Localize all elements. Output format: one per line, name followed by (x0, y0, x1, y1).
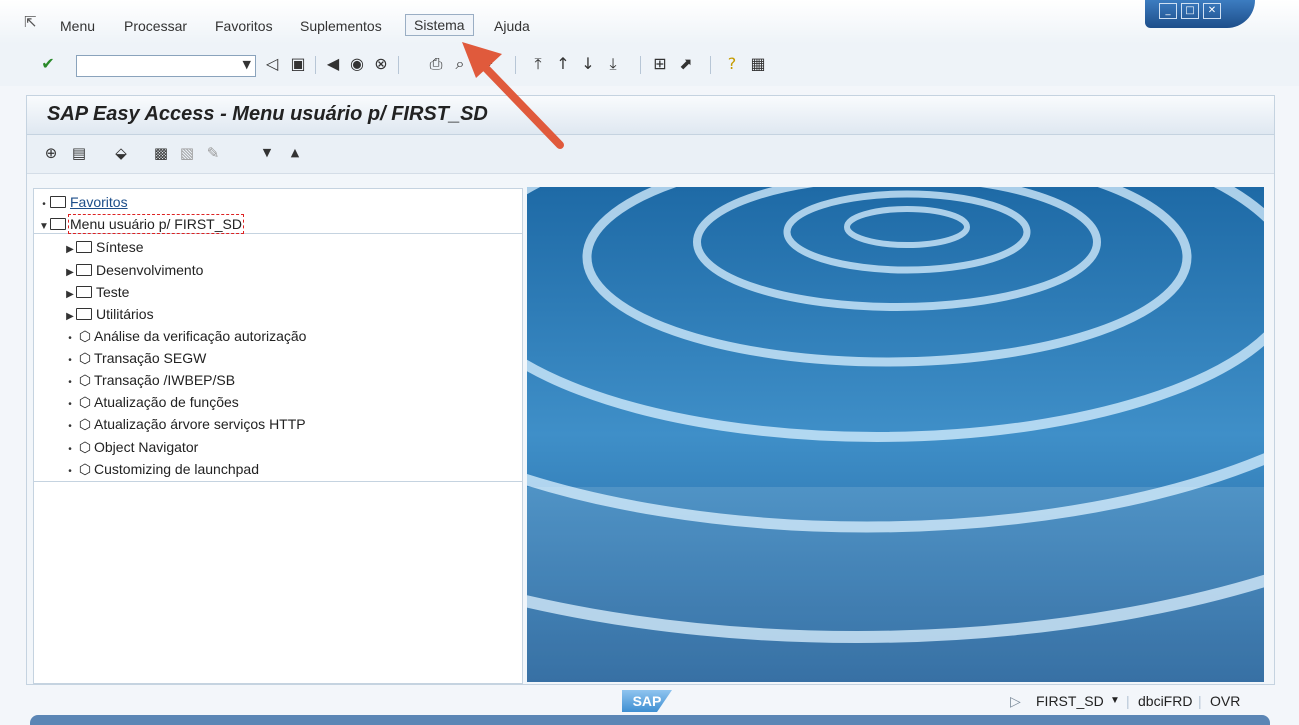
sap-logo: SAP (622, 690, 672, 712)
bullet-icon: • (68, 355, 72, 366)
status-mode: OVR (1210, 693, 1241, 709)
close-icon[interactable]: ✕ (1203, 3, 1221, 19)
bullet-icon: • (68, 444, 72, 455)
window-bottom-band (30, 715, 1270, 725)
transaction-cube-icon: ⬡ (78, 461, 92, 477)
maximize-icon[interactable]: □ (1181, 3, 1199, 19)
menu-item-menu[interactable]: Menu (60, 18, 95, 34)
transaction-cube-icon: ⬡ (78, 439, 92, 455)
delete-favorite-icon[interactable]: ▧ (177, 143, 197, 163)
expanded-triangle-icon[interactable]: ▼ (38, 217, 50, 237)
menu-bar: ⇱ Menu Processar Favoritos Suplementos S… (0, 0, 1299, 44)
tree-transaction-item[interactable]: • ⬡ Atualização árvore serviços HTTP (64, 414, 305, 434)
toolbar-separator (640, 56, 641, 74)
tree-transaction-item[interactable]: • ⬡ Análise da verificação autorização (64, 326, 306, 346)
transaction-cube-icon: ⬡ (78, 372, 92, 388)
status-separator: | (1126, 693, 1130, 709)
collapsed-triangle-icon[interactable]: ▶ (64, 285, 76, 305)
bullet-icon: • (68, 466, 72, 477)
main-frame: SAP Easy Access - Menu usuário p/ FIRST_… (26, 95, 1275, 685)
sap-menu-icon[interactable]: ⬙ (111, 143, 131, 163)
add-to-favorites-icon[interactable]: ▩ (151, 143, 171, 163)
tree-node-favoritos[interactable]: • Favoritos (38, 192, 127, 212)
collapsed-triangle-icon[interactable]: ▶ (64, 263, 76, 283)
move-up-icon[interactable]: ▲ (285, 143, 305, 163)
user-menu-icon[interactable]: ▤ (69, 143, 89, 163)
chevron-down-icon[interactable]: ▼ (243, 58, 251, 71)
back-triangle-icon[interactable]: ◁ (262, 54, 282, 74)
create-session-icon[interactable]: ⊞ (650, 54, 670, 74)
annotation-arrow (462, 42, 564, 149)
status-user: FIRST_SD (1036, 693, 1104, 709)
chevron-down-icon[interactable]: ▼ (1110, 695, 1120, 706)
move-down-icon[interactable]: ▼ (257, 143, 277, 163)
transaction-cube-icon: ⬡ (78, 416, 92, 432)
tree-transaction-item[interactable]: • ⬡ Object Navigator (64, 437, 198, 457)
status-separator: | (1198, 693, 1202, 709)
folder-icon (76, 241, 92, 254)
bullet-icon: • (68, 333, 72, 344)
menu-item-favoritos[interactable]: Favoritos (215, 18, 273, 34)
toolbar-separator (398, 56, 399, 74)
tree-folder-desenvolvimento[interactable]: ▶ Desenvolvimento (64, 260, 203, 280)
command-field[interactable]: ▼ (76, 55, 256, 77)
favorites-add-icon[interactable]: ⊕ (41, 143, 61, 163)
application-toolbar: ⊕ ▤ ⬙ ▩ ▧ ✎ ▼ ▲ (27, 135, 1274, 174)
save-icon[interactable]: ▣ (288, 54, 308, 74)
enter-check-icon[interactable]: ✔ (38, 54, 58, 74)
tree-transaction-item[interactable]: • ⬡ Transação /IWBEP/SB (64, 370, 235, 390)
splash-water-image (527, 187, 1264, 682)
tree-transaction-item[interactable]: • ⬡ Customizing de launchpad (64, 459, 259, 479)
back-icon[interactable]: ◀ (323, 54, 343, 74)
bullet-icon: • (68, 421, 72, 432)
edit-pencil-icon[interactable]: ✎ (203, 143, 223, 163)
folder-icon (76, 308, 92, 321)
toolbar-separator (710, 56, 711, 74)
shortcut-icon[interactable]: ⬈ (676, 54, 696, 74)
title-bar: SAP Easy Access - Menu usuário p/ FIRST_… (27, 96, 1274, 135)
tree-node-user-menu[interactable]: ▼ Menu usuário p/ FIRST_SD (38, 214, 244, 237)
tree-folder-teste[interactable]: ▶ Teste (64, 282, 129, 302)
transaction-cube-icon: ⬡ (78, 394, 92, 410)
tree-divider (34, 481, 522, 482)
collapsed-triangle-icon[interactable]: ▶ (64, 307, 76, 327)
tree-transaction-item[interactable]: • ⬡ Transação SEGW (64, 348, 206, 368)
bullet-icon: • (42, 199, 46, 210)
folder-icon (50, 196, 66, 209)
bullet-icon: • (68, 399, 72, 410)
tree-folder-utilitarios[interactable]: ▶ Utilitários (64, 304, 153, 327)
toolbar-separator (315, 56, 316, 74)
exit-menu-icon[interactable]: ⇱ (24, 15, 42, 30)
menu-item-suplementos[interactable]: Suplementos (300, 18, 382, 34)
folder-icon (76, 264, 92, 277)
cancel-icon[interactable]: ⊗ (371, 54, 391, 74)
transaction-cube-icon: ⬡ (78, 350, 92, 366)
status-expand-icon[interactable]: ▷ (1010, 693, 1021, 710)
help-icon[interactable]: ? (722, 54, 742, 74)
layout-menu-icon[interactable]: ▦ (748, 54, 768, 74)
bullet-icon: • (68, 377, 72, 388)
menu-tree: • Favoritos ▼ Menu usuário p/ FIRST_SD ▶ Sí… (33, 188, 523, 684)
tree-transaction-item[interactable]: • ⬡ Atualização de funções (64, 392, 239, 412)
transaction-cube-icon: ⬡ (78, 328, 92, 344)
menu-item-processar[interactable]: Processar (124, 18, 187, 34)
folder-icon (76, 286, 92, 299)
status-host: dbciFRD (1138, 693, 1193, 709)
next-page-icon[interactable]: ↓ (578, 54, 598, 74)
page-title: SAP Easy Access - Menu usuário p/ FIRST_… (47, 103, 488, 125)
minimize-icon[interactable]: _ (1159, 3, 1177, 19)
folder-open-icon (50, 218, 66, 231)
window-controls: _ □ ✕ (1145, 0, 1255, 28)
exit-icon[interactable]: ◉ (347, 54, 367, 74)
collapsed-triangle-icon[interactable]: ▶ (64, 240, 76, 260)
tree-folder-sintese[interactable]: ▶ Síntese (64, 237, 143, 257)
standard-toolbar: ✔ ▼ ◁ ▣ ◀ ◉ ⊗ ⎙ ⌕ ⌖ ⤒ ↑ ↓ ⤓ ⊞ ⬈ ? ▦ (0, 44, 1299, 86)
last-page-icon[interactable]: ⤓ (603, 54, 623, 74)
